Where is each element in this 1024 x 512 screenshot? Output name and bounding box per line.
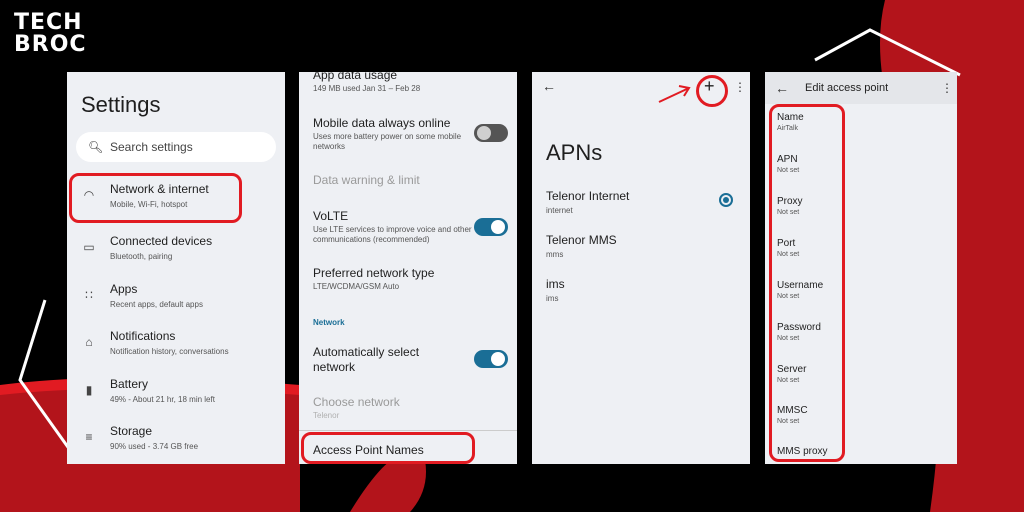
item-subtitle: ims xyxy=(546,294,559,303)
page-title: Settings xyxy=(81,92,161,117)
apn-item[interactable]: Telenor Internet internet xyxy=(546,189,629,215)
logo-line-1: TECH xyxy=(14,10,83,35)
item-subtitle: 149 MB used Jan 31 – Feb 28 xyxy=(313,84,421,93)
item-title: Choose network xyxy=(313,395,400,409)
item-title: VoLTE xyxy=(313,209,349,223)
mobile-data-toggle[interactable] xyxy=(474,124,508,142)
edit-access-point-screen: ← Edit access point ⋮ Name AirTalk APN N… xyxy=(765,72,957,464)
highlight-apn xyxy=(301,432,475,464)
bell-icon: ⌂ xyxy=(85,335,93,349)
item-title: Automatically select network xyxy=(313,345,420,374)
divider xyxy=(299,430,517,431)
item-subtitle: LTE/WCDMA/GSM Auto xyxy=(313,282,400,291)
app-data-usage[interactable]: App data usage 149 MB used Jan 31 – Feb … xyxy=(313,72,513,94)
auto-select-network[interactable]: Automatically select network xyxy=(313,345,453,375)
item-subtitle: Telenor xyxy=(313,411,340,420)
item-subtitle: mms xyxy=(546,250,564,259)
choose-network[interactable]: Choose network Telenor xyxy=(313,395,513,421)
search-icon: 🔍︎ xyxy=(88,140,104,154)
item-title: Telenor MMS xyxy=(546,233,617,247)
highlight-network xyxy=(69,173,242,223)
settings-item-notifications[interactable]: ⌂ Notifications Notification history, co… xyxy=(67,325,285,369)
radio-selected[interactable] xyxy=(719,193,733,207)
app-bar: ← Edit access point ⋮ xyxy=(765,72,957,104)
data-warning-limit[interactable]: Data warning & limit xyxy=(313,173,513,188)
item-subtitle: 90% used - 3.74 GB free xyxy=(110,442,199,451)
page-title: APNs xyxy=(546,140,603,165)
storage-icon: ≡ xyxy=(85,430,93,444)
search-placeholder: Search settings xyxy=(110,140,193,154)
item-subtitle: Use LTE services to improve voice and ot… xyxy=(313,225,472,244)
settings-item-storage[interactable]: ≡ Storage 90% used - 3.74 GB free xyxy=(67,420,285,464)
item-title: Mobile data always online xyxy=(313,116,451,130)
preferred-network-type[interactable]: Preferred network type LTE/WCDMA/GSM Aut… xyxy=(313,266,513,292)
volte-toggle[interactable] xyxy=(474,218,508,236)
settings-item-battery[interactable]: ▮ Battery 49% - About 21 hr, 18 min left xyxy=(67,373,285,417)
devices-icon: ▭ xyxy=(83,240,95,254)
settings-screen: Settings 🔍︎ Search settings ◠ Network & … xyxy=(67,72,285,464)
item-title: App data usage xyxy=(313,72,398,82)
back-arrow-icon[interactable]: ← xyxy=(542,78,556,94)
settings-item-connected-devices[interactable]: ▭ Connected devices Bluetooth, pairing xyxy=(67,230,285,274)
item-subtitle: Recent apps, default apps xyxy=(110,300,203,309)
highlight-fields xyxy=(769,104,845,462)
item-title: Apps xyxy=(110,282,138,296)
item-subtitle: Uses more battery power on some mobile n… xyxy=(313,132,462,151)
item-title: Notifications xyxy=(110,329,176,343)
battery-icon: ▮ xyxy=(85,383,93,397)
page-title: Edit access point xyxy=(805,82,889,94)
mobile-network-screen: App data usage 149 MB used Jan 31 – Feb … xyxy=(299,72,517,464)
section-label: Network xyxy=(313,318,345,327)
item-subtitle: internet xyxy=(546,206,573,215)
item-title: Connected devices xyxy=(110,234,213,248)
logo-line-2: BROC xyxy=(14,32,87,57)
item-title: Telenor Internet xyxy=(546,189,630,203)
apps-icon: ∷ xyxy=(85,288,93,302)
apn-item[interactable]: Telenor MMS mms xyxy=(546,233,617,259)
item-title: Preferred network type xyxy=(313,266,435,280)
mobile-data-always-online[interactable]: Mobile data always online Uses more batt… xyxy=(313,116,468,152)
more-options-icon[interactable]: ⋮ xyxy=(941,81,953,95)
settings-item-apps[interactable]: ∷ Apps Recent apps, default apps xyxy=(67,278,285,322)
item-title: Battery xyxy=(110,377,149,391)
apn-item[interactable]: ims ims xyxy=(546,277,565,303)
pointer-arrow xyxy=(658,85,691,103)
item-title: Storage xyxy=(110,424,153,438)
apns-screen: ← + ⋮ APNs Telenor Internet internet Tel… xyxy=(532,72,750,464)
search-bar[interactable]: 🔍︎ Search settings xyxy=(76,132,276,162)
volte-setting[interactable]: VoLTE Use LTE services to improve voice … xyxy=(313,209,473,245)
more-options-icon[interactable]: ⋮ xyxy=(734,80,746,94)
techbroc-logo: TECH BROC xyxy=(14,12,87,56)
item-subtitle: Notification history, conversations xyxy=(110,347,229,356)
item-subtitle: Bluetooth, pairing xyxy=(110,252,173,261)
item-subtitle: 49% - About 21 hr, 18 min left xyxy=(110,395,215,404)
back-arrow-icon[interactable]: ← xyxy=(775,80,789,96)
auto-select-toggle[interactable] xyxy=(474,350,508,368)
highlight-add xyxy=(696,75,728,107)
item-title: ims xyxy=(546,277,565,291)
item-title: Data warning & limit xyxy=(313,173,420,187)
